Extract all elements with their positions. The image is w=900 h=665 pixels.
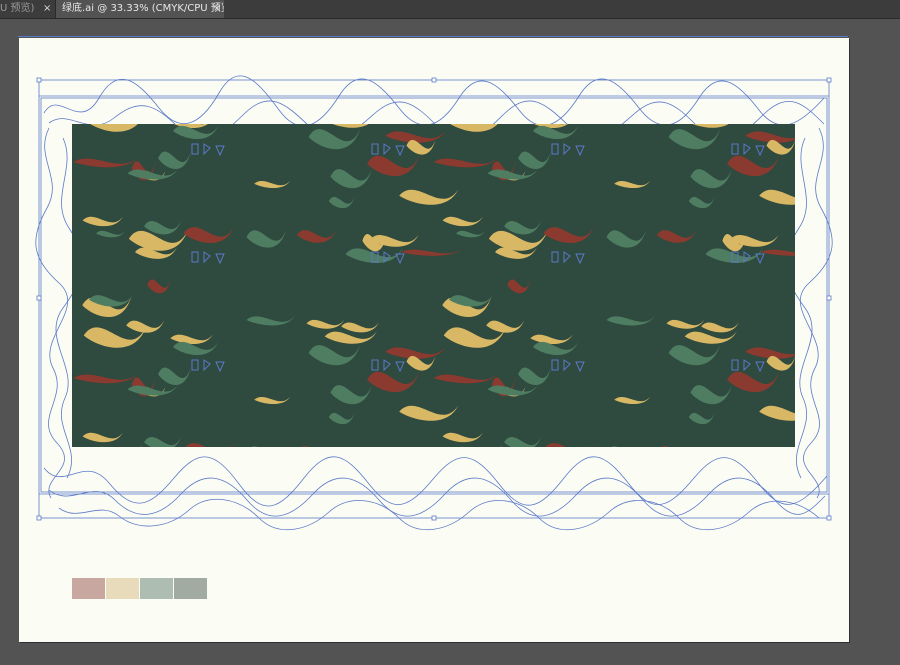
color-swatch[interactable] — [174, 578, 207, 599]
document-tab-bar: PU 预览) × 绿底.ai @ 33.33% (CMYK/CPU 预览) × — [0, 0, 900, 19]
pattern-motif — [345, 464, 402, 479]
color-swatch[interactable] — [140, 578, 173, 599]
pattern-motif — [846, 320, 849, 332]
tab-label: PU 预览) — [0, 3, 35, 14]
pattern-motif — [187, 446, 188, 447]
tab-label: 绿底.ai @ 33.33% (CMYK/CPU 预览) — [62, 3, 224, 14]
pattern-motif — [667, 536, 705, 545]
pattern-motif — [246, 532, 294, 541]
pattern-motif — [100, 446, 126, 447]
pattern-motif — [606, 532, 654, 541]
pattern-motif — [486, 536, 524, 548]
pattern-tile — [72, 111, 849, 548]
pattern-motif — [730, 451, 779, 463]
close-icon[interactable]: × — [213, 0, 221, 18]
pattern-glyph — [192, 468, 224, 479]
selection-edge-line — [18, 36, 848, 37]
pattern-motif — [449, 511, 492, 523]
pattern-motif — [370, 451, 419, 463]
pattern-motif — [612, 446, 647, 447]
pattern-motif — [147, 495, 170, 509]
pattern-motif — [846, 536, 849, 548]
pattern-motif — [135, 464, 177, 475]
pattern-motif — [307, 536, 345, 545]
pattern-motif — [252, 446, 287, 447]
pattern-motif — [803, 433, 843, 443]
color-swatch[interactable] — [72, 578, 105, 599]
pattern-motif — [661, 446, 697, 447]
pattern-motif — [847, 385, 849, 395]
color-swatches — [72, 578, 207, 599]
artboard[interactable] — [19, 38, 849, 642]
pattern-motif — [401, 466, 461, 472]
pattern-motif — [82, 513, 131, 533]
pattern-motif — [362, 450, 386, 467]
pattern-glyph — [372, 468, 404, 479]
pattern-motif — [705, 464, 762, 479]
pattern-motif — [547, 446, 548, 447]
pattern-glyph — [732, 468, 764, 479]
pattern-motif — [793, 377, 795, 379]
document-tab-previous[interactable]: PU 预览) × — [0, 0, 56, 18]
pattern-motif — [802, 513, 849, 533]
close-icon[interactable]: × — [43, 0, 51, 18]
document-tab-active[interactable]: 绿底.ai @ 33.33% (CMYK/CPU 预览) × — [56, 0, 224, 18]
pattern-motif — [460, 446, 486, 447]
pattern-motif — [761, 466, 821, 472]
pattern-motif — [847, 169, 849, 179]
pattern-motif — [442, 513, 491, 533]
pattern-motif — [804, 111, 849, 132]
pattern-motif — [495, 464, 537, 475]
pattern-motif — [722, 450, 746, 467]
pattern-motif — [341, 538, 379, 548]
pattern-motif — [816, 447, 845, 454]
pattern-motif — [802, 297, 849, 317]
artwork-canvas[interactable] — [19, 38, 849, 642]
pattern-motif — [803, 217, 843, 227]
color-swatch[interactable] — [106, 578, 139, 599]
pattern-motif — [701, 538, 739, 548]
pattern-motif — [126, 536, 164, 548]
